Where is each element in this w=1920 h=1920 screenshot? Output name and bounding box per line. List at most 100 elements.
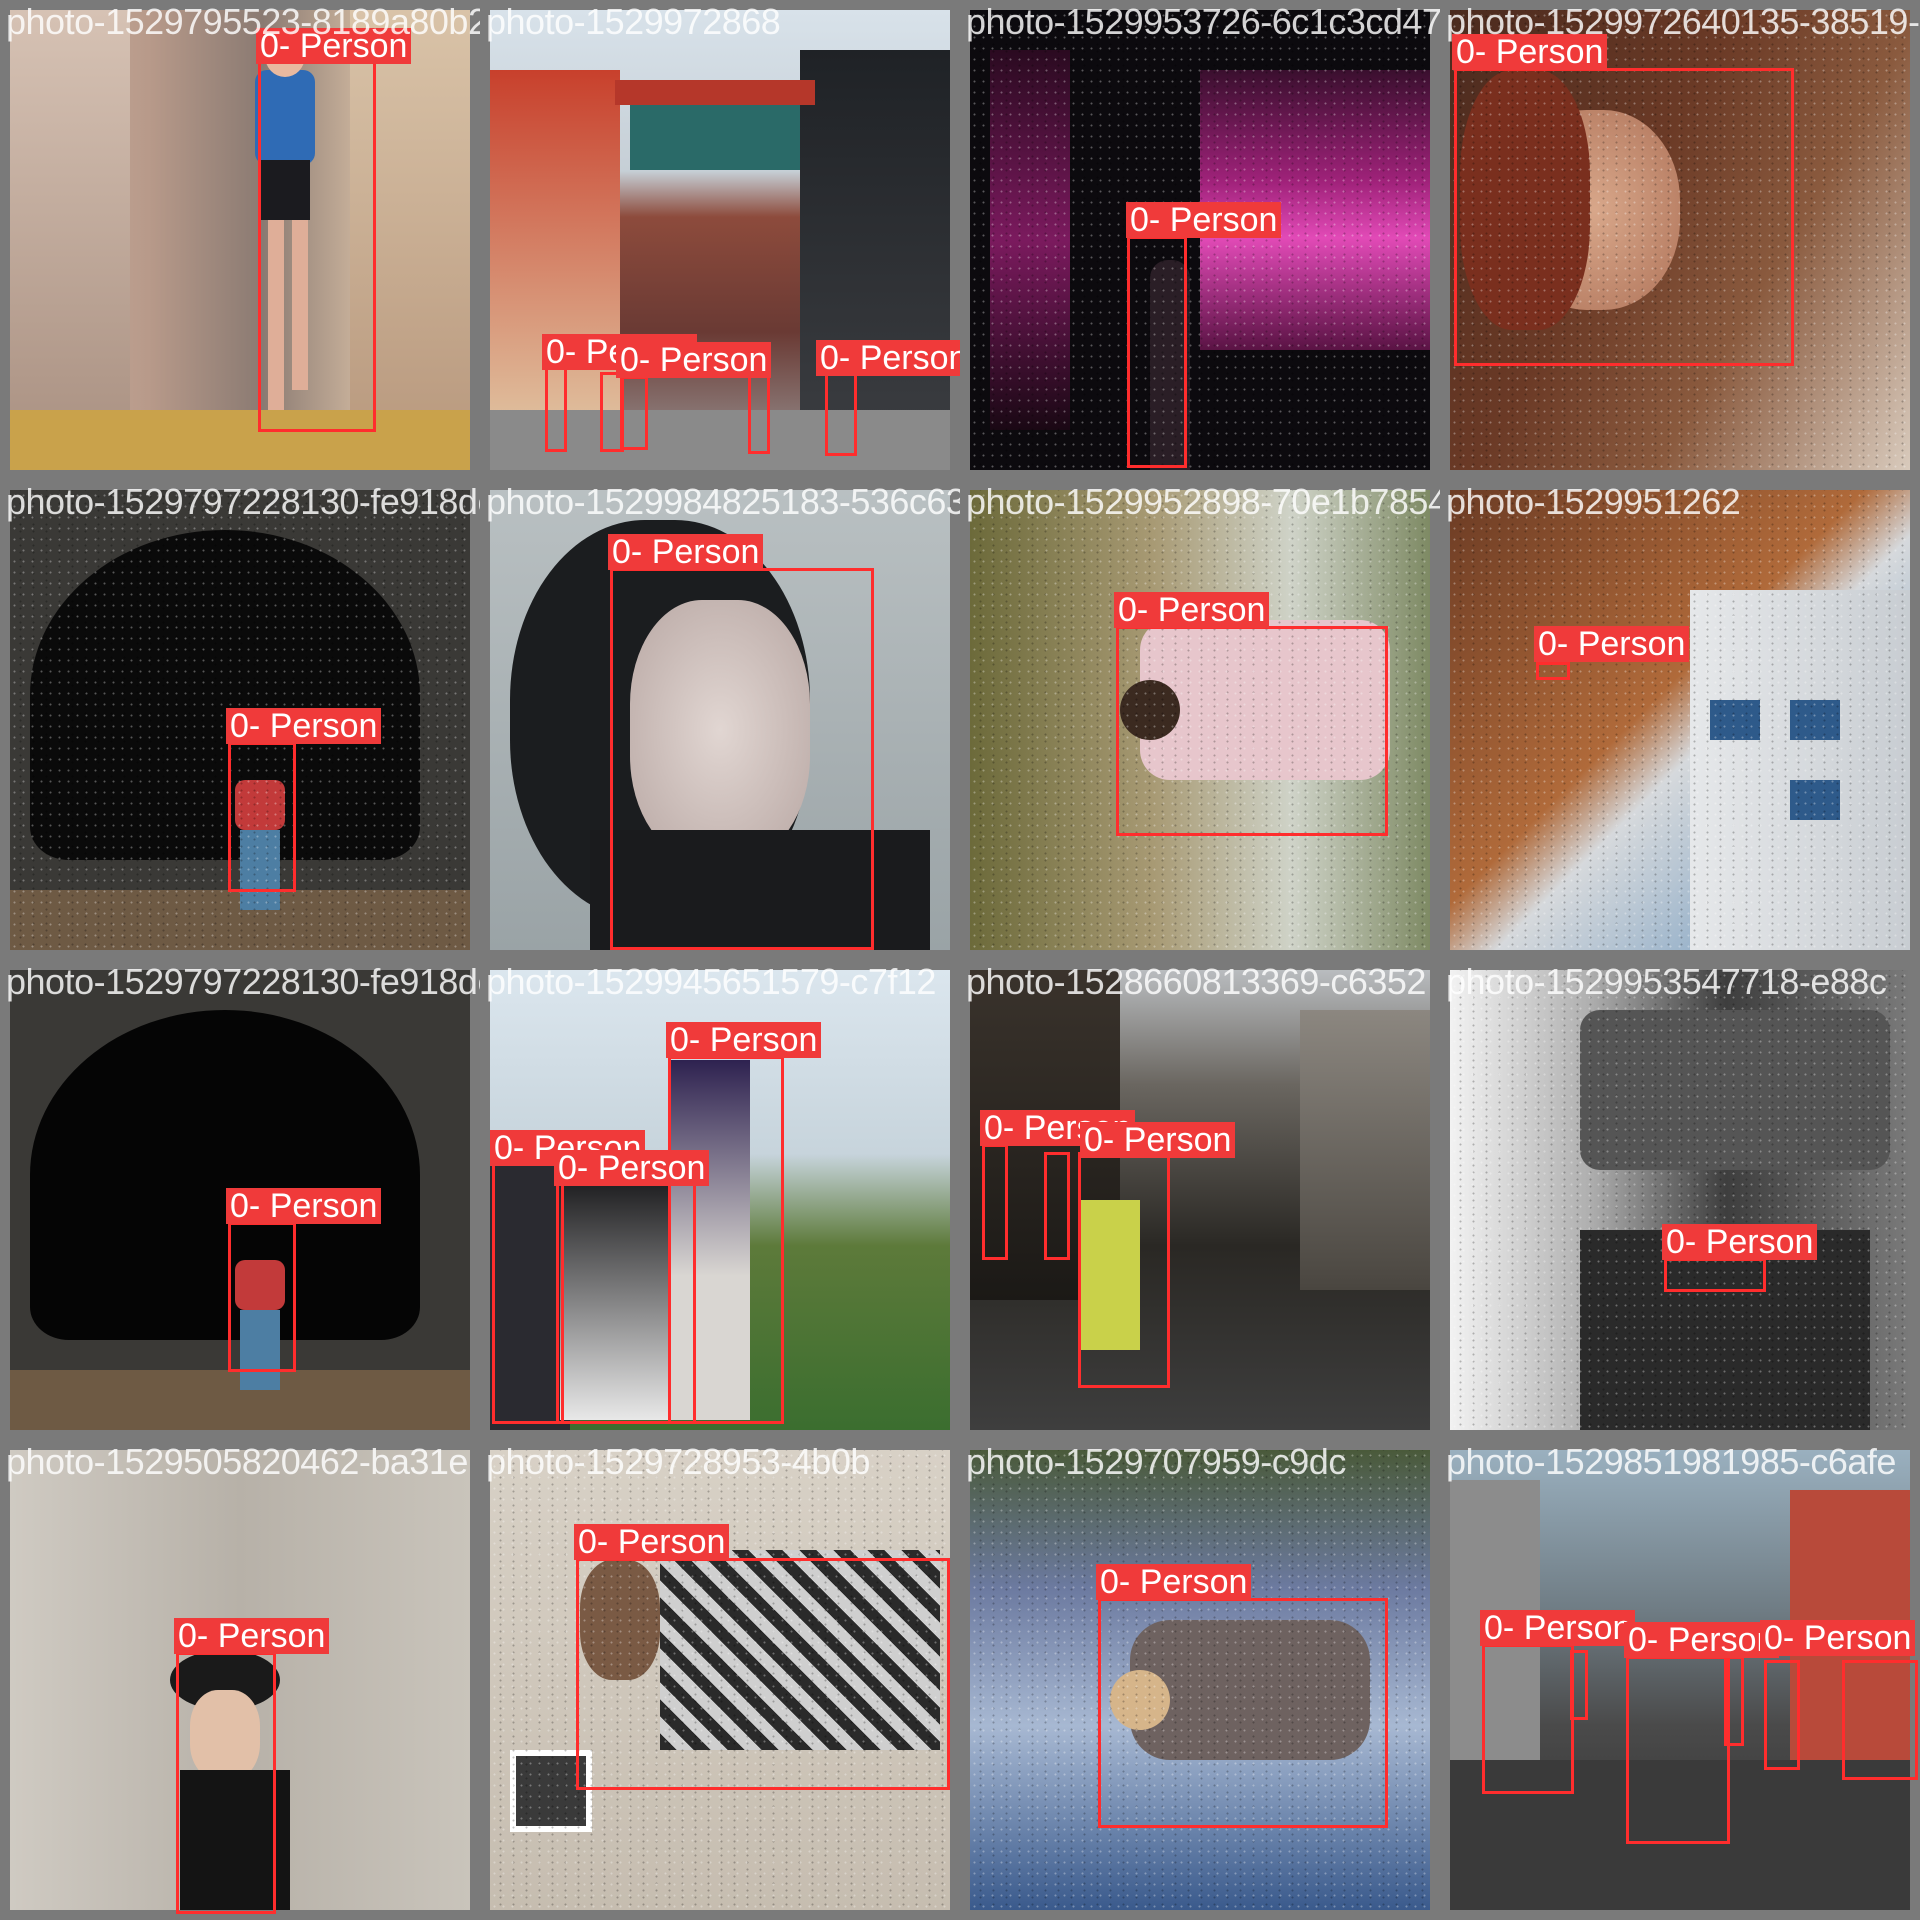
- person-bbox: [1116, 626, 1388, 836]
- mosaic-tile: photo-1529505820462-ba31e 0- Person: [0, 1440, 480, 1920]
- label-prefix: 0-: [1764, 1619, 1804, 1657]
- person-bbox: [1044, 1152, 1070, 1260]
- tile-filename: photo-1529953726-6c1c3cd47691: [966, 1, 1440, 42]
- label-class: Person: [1803, 1619, 1912, 1657]
- label-prefix: 0-: [820, 339, 860, 377]
- person-label: 0- Person: [616, 341, 772, 379]
- label-prefix: 0-: [1484, 1609, 1524, 1647]
- mosaic-tile: photo-1529953726-6c1c3cd47691 0- Person: [960, 0, 1440, 480]
- tile-filename: photo-1529797228130-fe918dedd91153jpg: [6, 961, 480, 1002]
- person-label: 0- Person: [1534, 625, 1690, 663]
- person-bbox: [1127, 236, 1187, 468]
- label-class: Person: [1523, 1609, 1632, 1647]
- label-prefix: 0-: [1084, 1121, 1124, 1159]
- person-label: 0- Person: [1624, 1621, 1780, 1659]
- label-class: Person: [1157, 591, 1266, 629]
- person-label: 0- Person: [574, 1523, 730, 1561]
- label-class: Person: [217, 1617, 326, 1655]
- person-bbox: [1454, 68, 1794, 366]
- mosaic-tile: photo-1529797228130-fe918dedd91153jpg 0-…: [0, 960, 480, 1440]
- label-class: Person: [1577, 625, 1686, 663]
- person-label: 0- Person: [1760, 1619, 1916, 1657]
- label-prefix: 0-: [670, 1021, 710, 1059]
- label-class: Person: [597, 1149, 706, 1187]
- mosaic-tile: photo-1529945651579-c7f12 0- Person 0- P…: [480, 960, 960, 1440]
- label-prefix: 0-: [1100, 1563, 1140, 1601]
- label-prefix: 0-: [494, 1129, 534, 1167]
- photo-dark-street: [970, 970, 1430, 1430]
- label-class: Person: [651, 533, 760, 571]
- person-bbox: [1626, 1656, 1730, 1844]
- label-class: Person: [859, 339, 960, 377]
- person-label: 0- Person: [226, 707, 382, 745]
- label-prefix: 0-: [230, 1187, 270, 1225]
- mosaic-tile: photo-1529951262 0- Person: [1440, 480, 1920, 960]
- label-prefix: 0-: [984, 1109, 1024, 1147]
- label-prefix: 0-: [1628, 1621, 1668, 1659]
- label-class: Person: [1123, 1121, 1232, 1159]
- label-class: Person: [1139, 1563, 1248, 1601]
- tile-filename: photo-1529795523-8189a80b20b8-1529979519…: [6, 1, 480, 42]
- label-prefix: 0-: [620, 341, 660, 379]
- person-label: 0- Person: [1096, 1563, 1252, 1601]
- label-prefix: 0-: [230, 707, 270, 745]
- mosaic-tile: photo-1529972640135-38519-1747491-58f9 0…: [1440, 0, 1920, 480]
- label-prefix: 0-: [558, 1149, 598, 1187]
- tile-filename: photo-1529972640135-38519-1747491-58f9: [1446, 1, 1920, 42]
- mosaic-tile: photo-1529984825183-536c631760630 0- Per…: [480, 480, 960, 960]
- label-prefix: 0-: [612, 533, 652, 571]
- person-bbox: [1764, 1660, 1800, 1770]
- person-bbox: [1570, 1650, 1588, 1720]
- tile-filename: photo-1529707959-c9dc: [966, 1441, 1346, 1482]
- mosaic-tile: photo-1529795523-8189a80b20b8-1529979519…: [0, 0, 480, 480]
- photo-runner: [10, 10, 470, 470]
- label-class: Person: [659, 341, 768, 379]
- label-class: Person: [269, 707, 378, 745]
- tile-filename: photo-1528660813369-c6352: [966, 961, 1426, 1002]
- tile-filename: photo-1529953547718-e88c: [1446, 961, 1887, 1002]
- person-bbox: [556, 1182, 696, 1424]
- person-bbox: [1482, 1644, 1574, 1794]
- person-label: 0- Person: [1080, 1121, 1236, 1159]
- person-bbox: [825, 372, 857, 456]
- tile-filename: photo-1529728953-4b0b: [486, 1441, 870, 1482]
- tile-filename: photo-1529952898-70e1b785412657: [966, 481, 1440, 522]
- person-bbox: [258, 60, 376, 432]
- person-label: 0- Person: [608, 533, 764, 571]
- label-prefix: 0-: [1666, 1223, 1706, 1261]
- tile-filename: photo-1529984825183-536c631760630: [486, 481, 960, 522]
- tile-filename: photo-1529951262: [1446, 481, 1741, 522]
- label-class: Person: [1705, 1223, 1814, 1261]
- person-bbox: [620, 376, 648, 450]
- person-bbox: [982, 1144, 1008, 1260]
- person-bbox: [1098, 1598, 1388, 1828]
- person-label: 0- Person: [1126, 201, 1282, 239]
- tile-filename: photo-1529505820462-ba31e: [6, 1441, 468, 1482]
- label-class: Person: [617, 1523, 726, 1561]
- person-bbox: [610, 568, 874, 950]
- person-bbox: [748, 372, 770, 454]
- tile-filename: photo-1529945651579-c7f12: [486, 961, 936, 1002]
- mosaic-tile: photo-1529953547718-e88c 0- Person: [1440, 960, 1920, 1440]
- person-bbox: [576, 1558, 950, 1790]
- person-label: 0- Person: [666, 1021, 822, 1059]
- person-bbox: [1724, 1656, 1744, 1746]
- label-prefix: 0-: [1538, 625, 1578, 663]
- photo-bw-rotated-street: [1450, 970, 1910, 1430]
- person-label: 0- Person: [226, 1187, 382, 1225]
- person-bbox: [492, 1162, 564, 1424]
- mosaic-tile: photo-1529972868 0- Person 0- Person 0- …: [480, 0, 960, 480]
- person-label: 0- Person: [554, 1149, 710, 1187]
- photo-rotated-building: [1450, 490, 1910, 950]
- label-prefix: 0-: [178, 1617, 218, 1655]
- label-prefix: 0-: [546, 333, 586, 371]
- tile-filename: photo-1529797228130-fe918dedd9115jpg: [6, 481, 480, 522]
- label-class: Person: [709, 1021, 818, 1059]
- mosaic-tile: photo-1529851981985-c6afe 0- Person 0- P…: [1440, 1440, 1920, 1920]
- mosaic-tile: photo-1529952898-70e1b785412657 0- Perso…: [960, 480, 1440, 960]
- person-bbox: [176, 1652, 276, 1914]
- person-label: 0- Person: [1114, 591, 1270, 629]
- label-class: Person: [1169, 201, 1278, 239]
- person-label: 0- Person: [1662, 1223, 1818, 1261]
- photo-neon-sign: [970, 10, 1430, 470]
